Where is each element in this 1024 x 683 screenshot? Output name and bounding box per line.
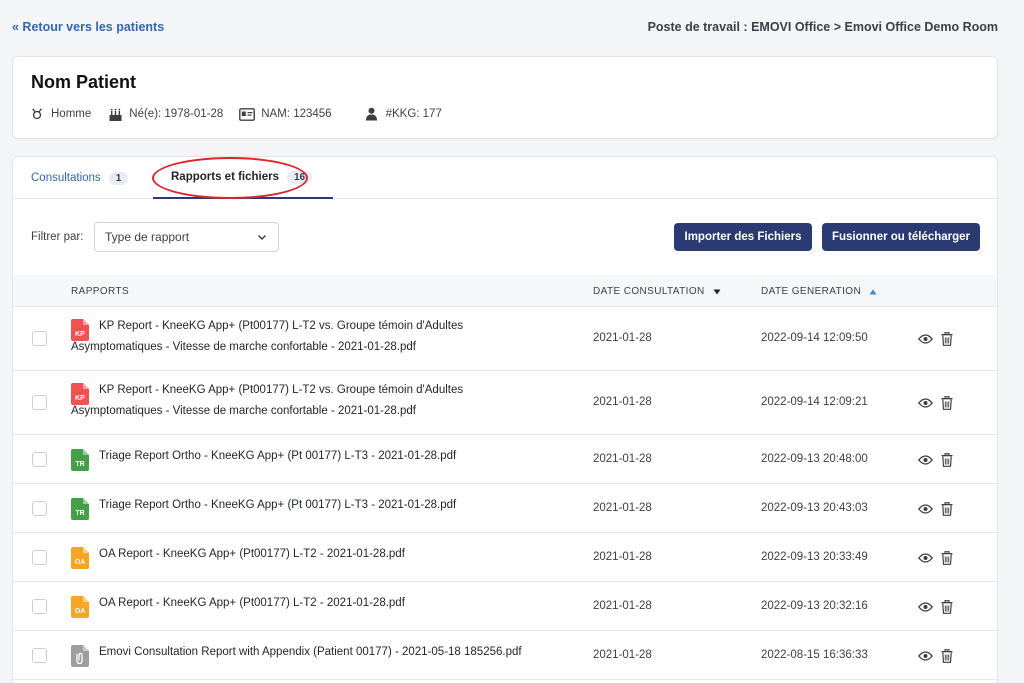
- consult-date-cell: 2021-01-28: [593, 551, 652, 563]
- table-row: OA OA Report - KneeKG App+ (Pt00177) L-T2…: [13, 533, 997, 582]
- gen-date-cell: 2022-09-13 20:33:49: [761, 551, 868, 563]
- trash-icon[interactable]: [939, 599, 955, 615]
- sort-up-icon: [869, 289, 877, 295]
- workstation-breadcrumb: Poste de travail : EMOVI Office > Emovi …: [647, 20, 998, 34]
- row-checkbox[interactable]: [32, 550, 47, 565]
- consult-date-cell: 2021-01-28: [593, 332, 652, 344]
- table-row: OA OA Report - KneeKG App+ (Pt00177) L-T2…: [13, 582, 997, 631]
- eye-icon[interactable]: [917, 331, 933, 347]
- row-checkbox[interactable]: [32, 395, 47, 410]
- trash-icon[interactable]: [939, 501, 955, 517]
- tab-consultations-label: Consultations: [31, 172, 101, 184]
- top-bar: « Retour vers les patients Poste de trav…: [0, 0, 1024, 54]
- patient-name: Nom Patient: [31, 72, 137, 92]
- patient-birth: Né(e): 1978-01-28: [107, 106, 223, 122]
- chevron-down-icon: [256, 231, 268, 246]
- reports-card: Consultations 1 Rapports et fichiers 16 …: [12, 156, 998, 683]
- row-checkbox[interactable]: [32, 331, 47, 346]
- gender-icon: [29, 106, 45, 122]
- eye-icon[interactable]: [917, 452, 933, 468]
- row-checkbox[interactable]: [32, 501, 47, 516]
- trash-icon[interactable]: [939, 648, 955, 664]
- row-checkbox[interactable]: [32, 599, 47, 614]
- tab-reports-files-count: 16: [287, 170, 313, 184]
- col-gen-date[interactable]: DATE GENERATION: [761, 286, 877, 297]
- table-header: RAPPORTS DATE CONSULTATION DATE GENERATI…: [13, 275, 997, 307]
- consult-date-cell: 2021-01-28: [593, 502, 652, 514]
- eye-icon[interactable]: [917, 395, 933, 411]
- eye-icon[interactable]: [917, 550, 933, 566]
- row-checkbox[interactable]: [32, 452, 47, 467]
- col-gen-date-label: DATE GENERATION: [761, 286, 862, 297]
- table-row: Emovi Consultation Report with Appendix …: [13, 631, 997, 680]
- report-file-name[interactable]: Emovi Consultation Report with Appendix …: [71, 642, 541, 663]
- import-files-button[interactable]: Importer des Fichiers: [674, 223, 812, 251]
- sort-down-icon: [713, 289, 721, 295]
- row-checkbox[interactable]: [32, 648, 47, 663]
- patient-card: Nom Patient Homme Né(e): 1978-01-28 NAM:…: [12, 56, 998, 139]
- patient-birth-label: Né(e): 1978-01-28: [129, 108, 224, 120]
- back-to-patients-link[interactable]: « Retour vers les patients: [12, 20, 164, 34]
- trash-icon[interactable]: [939, 452, 955, 468]
- consult-date-cell: 2021-01-28: [593, 649, 652, 661]
- gen-date-cell: 2022-09-13 20:32:16: [761, 600, 868, 612]
- col-consult-date-label: DATE CONSULTATION: [593, 286, 705, 297]
- report-file-name[interactable]: Triage Report Ortho - KneeKG App+ (Pt 00…: [71, 446, 541, 467]
- filter-label: Filtrer par:: [31, 231, 84, 243]
- trash-icon[interactable]: [939, 395, 955, 411]
- consult-date-cell: 2021-01-28: [593, 396, 652, 408]
- report-file-name[interactable]: OA Report - KneeKG App+ (Pt00177) L-T2 -…: [71, 593, 541, 614]
- person-icon: [364, 106, 380, 122]
- patient-nam-label: NAM: 123456: [261, 108, 332, 120]
- tab-reports-files[interactable]: Rapports et fichiers 16: [153, 157, 333, 199]
- table-row: TR Triage Report Ortho - KneeKG App+ (Pt …: [13, 484, 997, 533]
- table-row: KP KP Report - KneeKG App+ (Pt00177) L-T2…: [13, 371, 997, 435]
- tab-bar: Consultations 1 Rapports et fichiers 16: [13, 157, 997, 199]
- id-card-icon: [239, 106, 256, 122]
- consult-date-cell: 2021-01-28: [593, 600, 652, 612]
- patient-kkg-label: #KKG: 177: [385, 108, 442, 120]
- tab-reports-files-label: Rapports et fichiers: [171, 171, 279, 183]
- tab-consultations[interactable]: Consultations 1: [31, 157, 129, 199]
- report-type-filter-value: Type de rapport: [105, 230, 190, 244]
- patient-meta: Homme Né(e): 1978-01-28 NAM: 123456 #KKG…: [29, 106, 458, 122]
- tab-consultations-count: 1: [108, 171, 129, 185]
- report-file-name[interactable]: OA Report - KneeKG App+ (Pt00177) L-T2 -…: [71, 544, 541, 565]
- trash-icon[interactable]: [939, 550, 955, 566]
- gen-date-cell: 2022-09-14 12:09:21: [761, 396, 868, 408]
- report-file-name[interactable]: KP Report - KneeKG App+ (Pt00177) L-T2 v…: [71, 316, 541, 358]
- eye-icon[interactable]: [917, 501, 933, 517]
- patient-sex-label: Homme: [51, 108, 92, 120]
- eye-icon[interactable]: [917, 648, 933, 664]
- trash-icon[interactable]: [939, 331, 955, 347]
- merge-download-button[interactable]: Fusionner ou télécharger: [822, 223, 980, 251]
- report-type-filter[interactable]: Type de rapport: [94, 222, 279, 252]
- gen-date-cell: 2022-08-15 16:36:33: [761, 649, 868, 661]
- patient-sex: Homme: [29, 106, 91, 122]
- cake-icon: [107, 106, 123, 122]
- gen-date-cell: 2022-09-13 20:43:03: [761, 502, 868, 514]
- gen-date-cell: 2022-09-14 12:09:50: [761, 332, 868, 344]
- table-row: TR Triage Report Ortho - KneeKG App+ (Pt …: [13, 435, 997, 484]
- table-row: KP KP Report - KneeKG App+ (Pt00177) L-T2…: [13, 307, 997, 371]
- consult-date-cell: 2021-01-28: [593, 453, 652, 465]
- col-reports: RAPPORTS: [71, 286, 130, 297]
- report-file-name[interactable]: Triage Report Ortho - KneeKG App+ (Pt 00…: [71, 495, 541, 516]
- eye-icon[interactable]: [917, 599, 933, 615]
- patient-nam: NAM: 123456: [239, 106, 332, 122]
- report-file-name[interactable]: KP Report - KneeKG App+ (Pt00177) L-T2 v…: [71, 380, 541, 422]
- gen-date-cell: 2022-09-13 20:48:00: [761, 453, 868, 465]
- patient-kkg: #KKG: 177: [364, 106, 442, 122]
- col-consult-date[interactable]: DATE CONSULTATION: [593, 286, 721, 297]
